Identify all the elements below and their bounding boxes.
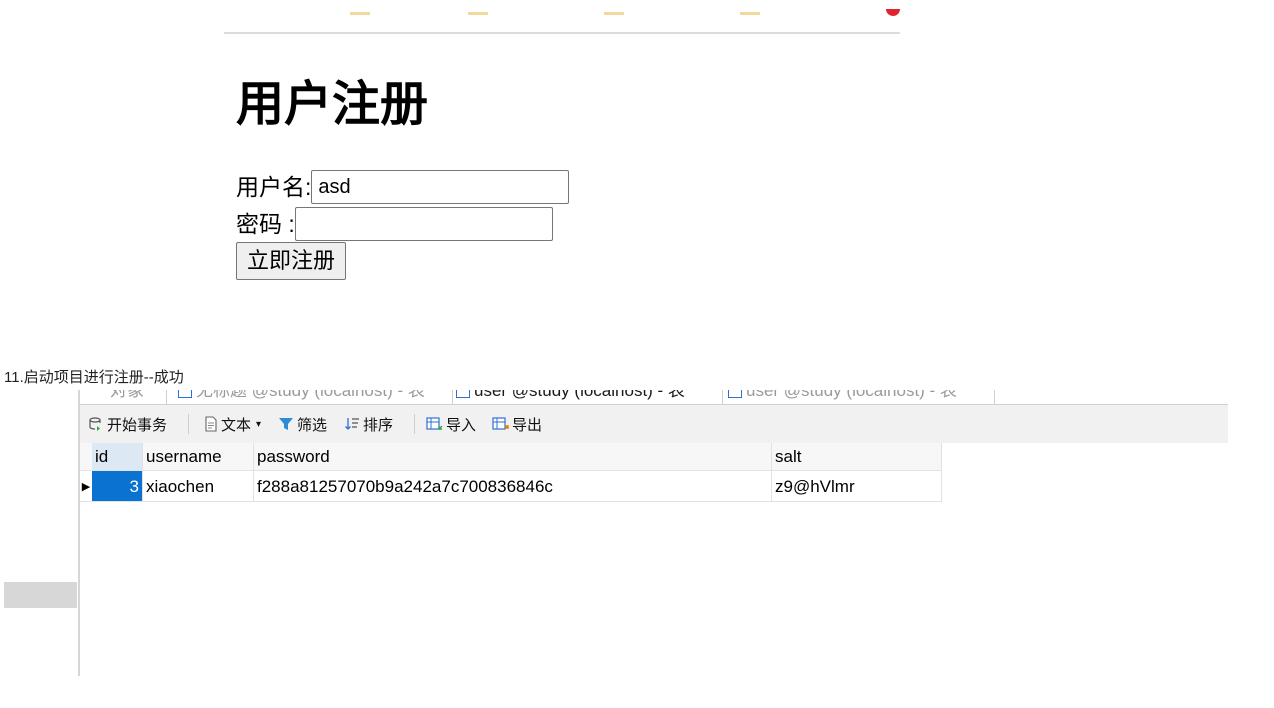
table-toolbar: 开始事务 文本 ▾ 筛选 排序 导入 导出 <box>80 405 1228 443</box>
table-row[interactable]: ▶ 3 xiaochen f288a81257070b9a242a7c70083… <box>80 470 942 502</box>
filter-button[interactable]: 筛选 <box>278 405 327 443</box>
username-input[interactable] <box>311 170 570 204</box>
nav-dash <box>604 12 624 15</box>
db-table-view: 对象 无标题 @study (localhost) - 表 user @stud… <box>78 390 1228 676</box>
cell-id[interactable]: 3 <box>92 470 143 502</box>
red-dot-icon <box>886 9 900 16</box>
tab-separator <box>452 390 453 404</box>
document-icon <box>205 416 217 432</box>
step-caption: 11.启动项目进行注册--成功 <box>4 369 184 386</box>
table-icon <box>178 390 192 398</box>
begin-transaction-label: 开始事务 <box>107 416 168 434</box>
cell-password[interactable]: f288a81257070b9a242a7c700836846c <box>253 470 772 502</box>
tab-user-table-label: user @study (localhost) - 表 <box>746 390 957 400</box>
password-row: 密码 : <box>236 207 553 241</box>
browser-top-strip <box>224 0 900 34</box>
divider <box>224 32 900 34</box>
begin-transaction-button[interactable]: 开始事务 <box>88 405 167 443</box>
toolbar-separator <box>414 414 415 434</box>
column-header-id[interactable]: id <box>92 443 143 471</box>
tab-untitled-table-label: 无标题 @study (localhost) - 表 <box>196 390 425 400</box>
sort-label: 排序 <box>363 416 394 434</box>
username-row: 用户名: <box>236 170 570 204</box>
sidebar-scroll-thumb[interactable] <box>4 582 77 608</box>
column-header-salt[interactable]: salt <box>771 443 942 471</box>
tab-objects[interactable]: 对象 <box>110 390 144 404</box>
tab-user-table[interactable]: user @study (localhost) - 表 <box>728 390 957 404</box>
nav-dash <box>740 12 760 15</box>
tab-separator <box>722 390 723 404</box>
table-icon <box>456 390 470 398</box>
tab-user-table-active-label: user @study (localhost) - 表 <box>474 390 685 400</box>
text-view-dropdown[interactable]: 文本 ▾ <box>204 405 261 443</box>
register-button[interactable]: 立即注册 <box>236 242 347 280</box>
tab-untitled-table[interactable]: 无标题 @study (localhost) - 表 <box>178 390 425 404</box>
transaction-icon <box>89 417 101 431</box>
current-row-arrow-icon: ▶ <box>80 470 92 502</box>
tab-strip: 对象 无标题 @study (localhost) - 表 user @stud… <box>80 390 1228 405</box>
cell-username[interactable]: xiaochen <box>142 470 254 502</box>
cell-salt[interactable]: z9@hVlmr <box>771 470 942 502</box>
toolbar-separator <box>188 414 189 434</box>
table-icon <box>728 390 742 398</box>
nav-dash <box>468 12 488 15</box>
grid-header-row: id username password salt <box>80 443 942 471</box>
export-button[interactable]: 导出 <box>492 405 542 443</box>
password-input[interactable] <box>294 207 553 241</box>
password-label: 密码 : <box>236 211 295 237</box>
import-label: 导入 <box>446 416 477 434</box>
sort-button[interactable]: 排序 <box>344 405 393 443</box>
row-marker-header <box>80 443 92 471</box>
export-icon <box>492 417 509 430</box>
text-view-label: 文本 <box>221 416 252 434</box>
nav-dash <box>350 12 370 15</box>
tab-user-table-active[interactable]: user @study (localhost) - 表 <box>456 390 685 404</box>
tab-separator <box>166 390 167 404</box>
column-header-password[interactable]: password <box>253 443 772 471</box>
username-label: 用户名: <box>236 174 312 200</box>
dropdown-arrow-icon: ▾ <box>256 418 262 430</box>
filter-label: 筛选 <box>297 416 328 434</box>
sort-icon <box>345 418 359 430</box>
import-button[interactable]: 导入 <box>426 405 476 443</box>
page-title: 用户注册 <box>236 78 429 131</box>
export-label: 导出 <box>512 416 543 434</box>
tab-separator <box>994 390 995 404</box>
filter-icon <box>279 418 293 430</box>
import-icon <box>426 417 443 430</box>
data-grid: id username password salt ▶ 3 xiaochen f… <box>80 443 942 502</box>
column-header-username[interactable]: username <box>142 443 254 471</box>
